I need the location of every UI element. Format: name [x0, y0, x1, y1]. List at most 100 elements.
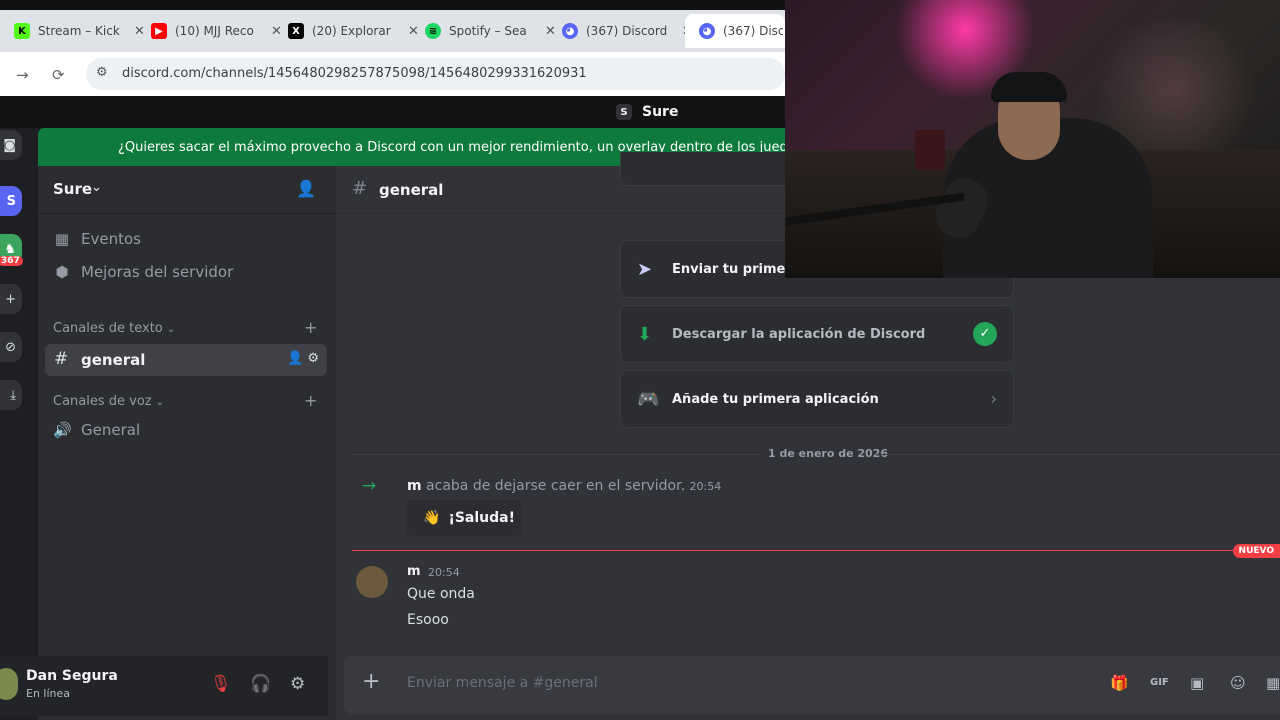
emoji-icon[interactable]: ☺: [1230, 674, 1246, 692]
invite-icon[interactable]: 👤: [287, 351, 303, 366]
discord-icon: ◕: [562, 23, 578, 39]
tab-label: (20) Explorar: [312, 24, 391, 38]
discord-icon: ◕: [699, 23, 715, 39]
download-arrow-icon: ⬇: [637, 324, 653, 345]
tab-spotify[interactable]: ≋ Spotify – Sea ✕: [411, 14, 556, 48]
mic-muted-icon[interactable]: 🎙: [210, 674, 232, 694]
tab-label: (10) MJJ Reco: [175, 24, 254, 38]
onboarding-card-add-app[interactable]: 🎮 Añade tu primera aplicación ›: [620, 370, 1014, 428]
tab-kick[interactable]: K Stream – Kick ✕: [0, 14, 145, 48]
title-server-name: Sure: [642, 104, 679, 120]
server-header[interactable]: Sure ⌄ 👤: [38, 166, 336, 214]
message-line: Esooo: [407, 612, 449, 628]
onboarding-card-download[interactable]: ⬇ Descargar la aplicación de Discord ✓: [620, 305, 1014, 363]
kick-icon: K: [14, 23, 30, 39]
wave-button[interactable]: 👋 ¡Saluda!: [407, 500, 522, 536]
category-text-channels[interactable]: Canales de texto ⌄: [53, 321, 175, 336]
mention-badge: 367: [0, 256, 23, 266]
new-messages-divider: [352, 550, 1280, 551]
chevron-down-icon: ⌄: [155, 397, 165, 408]
title-server: S Sure: [616, 104, 678, 120]
checkmark-icon: ✓: [973, 322, 997, 346]
add-voice-channel-icon[interactable]: +: [304, 391, 317, 410]
category-label: Canales de texto: [53, 321, 163, 336]
discover-icon[interactable]: ⊘: [0, 332, 22, 362]
user-panel: Dan Segura En línea 🎙 🎧 ⚙: [0, 656, 328, 716]
tab-discord[interactable]: ◕ (367) Discord ✕: [548, 14, 693, 48]
category-voice-channels[interactable]: Canales de voz ⌄: [53, 394, 164, 409]
address-bar: → ⟳ ⚙ discord.com/channels/1456480298257…: [0, 52, 785, 96]
settings-gear-icon[interactable]: ⚙: [290, 674, 305, 694]
gift-icon[interactable]: 🎁: [1110, 674, 1129, 692]
direct-messages-icon[interactable]: ◙: [0, 130, 22, 160]
webcam-overlay: [785, 0, 1280, 278]
user-name: Dan Segura: [26, 668, 118, 684]
server-name: Sure: [53, 180, 93, 198]
browser-tab-bar: K Stream – Kick ✕ ▶ (10) MJJ Reco ✕ X (2…: [0, 0, 785, 52]
chevron-down-icon: ⌄: [91, 180, 102, 195]
gear-icon[interactable]: ⚙: [307, 351, 319, 366]
paper-plane-icon: ➤: [637, 259, 653, 280]
headphones-icon[interactable]: 🎧: [250, 674, 271, 694]
join-text: acaba de dejarse caer en el servidor.: [426, 478, 686, 494]
new-badge: NUEVO: [1232, 544, 1280, 558]
tab-label: (367) Discord: [586, 24, 668, 38]
channel-sidebar: Sure ⌄ 👤 ▦ Eventos ⬢ Mejoras del servido…: [38, 166, 336, 720]
date-divider: 1 de enero de 2026: [336, 446, 1280, 462]
x-icon: X: [288, 23, 304, 39]
sticker-icon[interactable]: ▣: [1190, 674, 1204, 692]
channel-label: general: [81, 351, 146, 369]
wave-sticker-icon: 👋: [423, 510, 441, 526]
message-composer: + Enviar mensaje a #general 🎁 GIF ▣ ☺ ▦: [344, 656, 1280, 714]
message-input[interactable]: Enviar mensaje a #general: [407, 675, 598, 691]
gif-icon[interactable]: GIF: [1150, 677, 1169, 688]
url-field[interactable]: ⚙ discord.com/channels/14564802982578750…: [86, 58, 785, 90]
guild-sure-icon[interactable]: S: [0, 186, 22, 216]
boost-shield-icon: ⬢: [55, 263, 69, 281]
join-user[interactable]: m: [407, 478, 422, 494]
channel-general[interactable]: # general 👤 ⚙: [45, 344, 327, 376]
reload-icon[interactable]: ⟳: [52, 66, 65, 84]
tab-x[interactable]: X (20) Explorar ✕: [274, 14, 419, 48]
chevron-right-icon: ›: [990, 389, 997, 408]
join-time: 20:54: [689, 480, 722, 493]
join-arrow-icon: →: [362, 476, 377, 496]
tab-youtube[interactable]: ▶ (10) MJJ Reco ✕: [137, 14, 282, 48]
gamepad-icon: 🎮: [637, 389, 660, 410]
divider-line: [876, 454, 1280, 455]
apps-icon[interactable]: ▦: [1266, 674, 1280, 692]
add-channel-icon[interactable]: +: [304, 318, 317, 337]
invite-user-icon[interactable]: 👤: [296, 179, 316, 198]
person-cap: [991, 72, 1067, 102]
shelf-object: [915, 130, 945, 170]
sidebar-item-label: Eventos: [81, 230, 141, 248]
avatar[interactable]: [356, 566, 388, 598]
avatar[interactable]: [0, 668, 18, 700]
site-info-icon[interactable]: ⚙: [96, 65, 108, 80]
hash-icon: #: [54, 349, 69, 369]
forward-icon[interactable]: →: [16, 66, 29, 84]
tab-label: Stream – Kick: [38, 24, 120, 38]
sidebar-item-boosts[interactable]: ⬢ Mejoras del servidor: [53, 263, 233, 281]
sidebar-item-events[interactable]: ▦ Eventos: [53, 230, 141, 248]
wave-label: ¡Saluda!: [448, 510, 515, 526]
download-icon[interactable]: ⤓: [0, 380, 22, 410]
calendar-icon: ▦: [54, 230, 70, 248]
attach-plus-icon[interactable]: +: [362, 669, 380, 694]
tab-discord-active[interactable]: ◕ (367) Discord: [685, 14, 785, 48]
card-label: Descargar la aplicación de Discord: [672, 327, 926, 342]
card-label: Añade tu primera aplicación: [672, 392, 879, 407]
system-join-message: m acaba de dejarse caer en el servidor. …: [407, 478, 721, 494]
youtube-icon: ▶: [151, 23, 167, 39]
speaker-icon: 🔊: [53, 421, 72, 439]
chevron-down-icon: ⌄: [166, 324, 176, 335]
category-label: Canales de voz: [53, 394, 152, 409]
message-author[interactable]: m: [407, 564, 421, 579]
url-text: discord.com/channels/1456480298257875098…: [122, 66, 587, 81]
message-time: 20:54: [428, 566, 460, 579]
voice-channel-label: General: [81, 421, 141, 439]
voice-channel-general[interactable]: 🔊 General: [53, 421, 140, 439]
add-server-icon[interactable]: +: [0, 284, 22, 314]
tab-label: Spotify – Sea: [449, 24, 527, 38]
server-initial-icon: S: [616, 104, 632, 120]
